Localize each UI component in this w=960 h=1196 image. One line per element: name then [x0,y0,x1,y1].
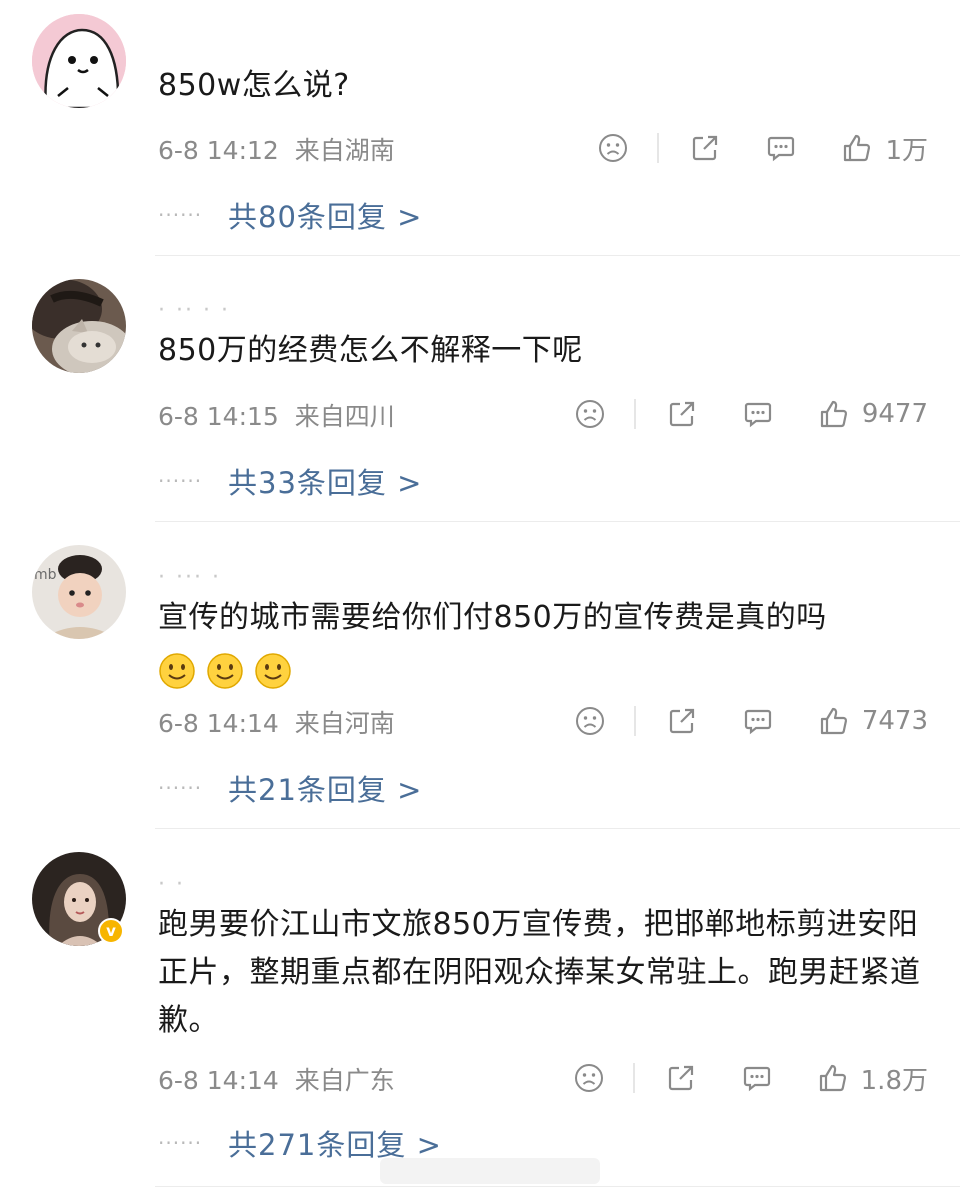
reply-dots: ······ [158,469,203,493]
sad-face-icon [574,1064,603,1092]
dislike-button[interactable] [573,1062,605,1094]
comment-actions: 9477 [574,394,928,434]
smile-emoji-icon [255,652,291,689]
user-avatar[interactable] [32,14,126,108]
comment-actions: 1.8万 [573,1058,928,1098]
like-count: 1万 [885,135,928,166]
child-photo-avatar-icon: mb [32,545,126,639]
comment-location: 来自广东 [294,1066,395,1095]
comment-divider [155,521,960,522]
comment-bubble-icon [743,1066,770,1092]
verified-badge: v [98,918,124,944]
view-replies-link[interactable]: ······ 共33条回复 > [158,460,422,502]
comment-divider [155,828,960,829]
comment-text: 850w怎么说? [158,68,350,103]
dislike-button[interactable] [574,705,606,737]
cat-photo-avatar-icon [32,279,126,373]
thumbs-up-icon [844,134,871,162]
comment-divider [155,1186,960,1187]
share-button[interactable] [666,398,698,430]
like-button[interactable]: 7473 [818,705,928,737]
like-button[interactable]: 1万 [841,130,928,167]
comment-actions: 7473 [574,701,928,741]
username[interactable]: · · [158,870,185,888]
reply-dots: ······ [158,203,203,227]
username[interactable]: · ··· · [158,563,221,581]
reply-dots: ······ [158,776,203,800]
watermark-blur [380,1158,600,1184]
smile-emoji-icon [207,652,243,689]
comment-location: 来自河南 [294,709,395,738]
reply-button[interactable] [765,132,797,164]
comment-divider [155,255,960,256]
comment-meta: 6-8 14:14 来自河南 [158,704,395,740]
comment-bubble-icon [768,136,795,162]
reply-button[interactable] [742,705,774,737]
like-button[interactable]: 1.8万 [817,1060,928,1097]
comment-timestamp: 6-8 14:14 [158,709,279,738]
view-replies-link[interactable]: ······ 共21条回复 > [158,767,422,809]
thumbs-up-icon [820,400,847,428]
action-divider [633,706,636,736]
comment-meta: 6-8 14:15 来自四川 [158,397,395,433]
like-button[interactable]: 9477 [818,398,928,430]
sad-face-icon [575,400,604,428]
share-icon [693,135,718,161]
share-icon [669,401,694,427]
thumbs-up-icon [820,707,847,735]
reply-button[interactable] [741,1062,773,1094]
share-button[interactable] [665,1062,697,1094]
comment-actions: 1万 [597,128,928,168]
dislike-button[interactable] [597,132,629,164]
replies-count-text: 共33条回复 > [228,466,423,500]
comment-text-body: 宣传的城市需要给你们付850万的宣传费是真的吗 [158,600,827,635]
comment-bubble-icon [744,709,771,735]
cute-blob-avatar-icon [32,14,126,108]
comment-text: 850万的经费怎么不解释一下呢 [158,333,583,368]
comment-meta: 6-8 14:14 来自广东 [158,1061,395,1097]
like-count: 7473 [861,706,928,736]
user-avatar[interactable] [32,279,126,373]
username[interactable]: · ·· · · [158,296,230,314]
action-divider [633,399,636,429]
comment-location: 来自四川 [294,402,395,431]
like-count: 1.8万 [860,1065,928,1096]
view-replies-link[interactable]: ······ 共80条回复 > [158,194,422,236]
replies-count-text: 共21条回复 > [228,773,423,807]
comment-text: 宣传的城市需要给你们付850万的宣传费是真的吗 [158,594,938,694]
emoji-row [158,646,938,694]
reply-dots: ······ [158,1131,203,1155]
action-divider [632,1063,635,1093]
reply-button[interactable] [742,398,774,430]
comment-meta: 6-8 14:12 来自湖南 [158,131,395,167]
comment-timestamp: 6-8 14:15 [158,402,279,431]
action-divider [657,133,660,163]
comment-text: 跑男要价江山市文旅850万宣传费，把邯郸地标剪进安阳正片，整期重点都在阴阳观众捧… [158,907,921,1038]
share-button[interactable] [689,132,721,164]
like-count: 9477 [861,399,928,429]
comment-location: 来自湖南 [294,136,395,165]
dislike-button[interactable] [574,398,606,430]
share-icon [668,1065,693,1091]
comment-timestamp: 6-8 14:12 [158,136,279,165]
sad-face-icon [575,707,604,735]
smile-emoji-icon [159,652,195,689]
sad-face-icon [599,134,628,162]
user-avatar[interactable]: mb [32,545,126,639]
svg-text:mb: mb [34,567,57,583]
share-icon [669,708,694,734]
comment-bubble-icon [744,402,771,428]
comment-timestamp: 6-8 14:14 [158,1066,279,1095]
share-button[interactable] [666,705,698,737]
replies-count-text: 共80条回复 > [228,200,423,234]
thumbs-up-icon [819,1064,846,1092]
